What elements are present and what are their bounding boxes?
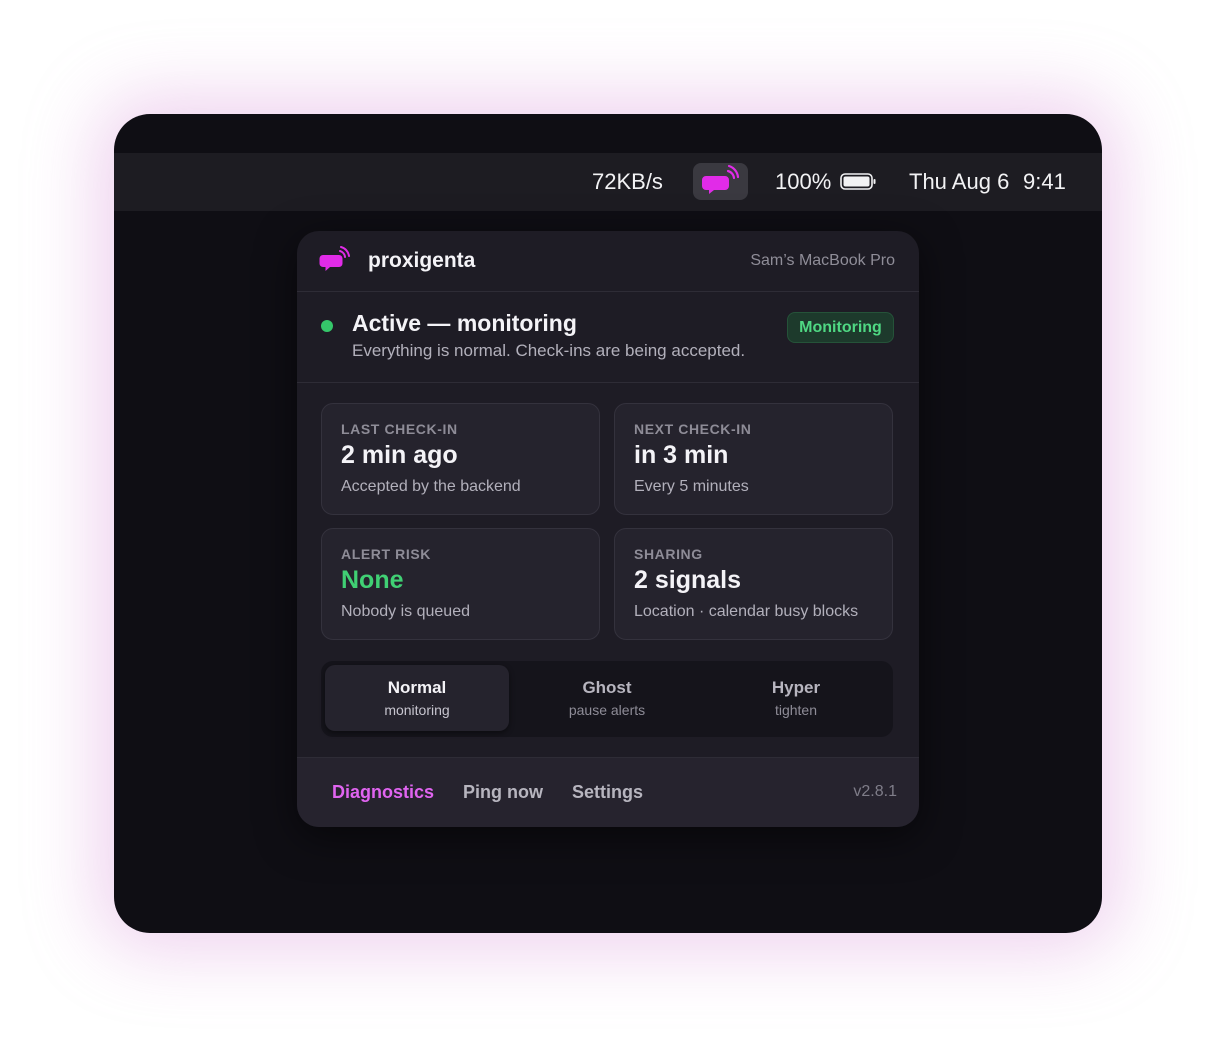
device-name: Sam’s MacBook Pro: [750, 252, 895, 269]
card-value: in 3 min: [634, 441, 729, 469]
chat-broadcast-icon: [319, 246, 350, 271]
card-last-check-in: Last check-in 2 min ago Accepted by the …: [321, 403, 600, 515]
battery-percentage: 100%: [775, 169, 832, 194]
popover-header: proxigenta Sam’s MacBook Pro: [297, 231, 919, 292]
mode-hyper[interactable]: Hyper tighten: [704, 665, 888, 731]
menubar-date: Thu Aug 6: [909, 169, 1010, 194]
card-label: Next check-in: [634, 421, 752, 437]
mode-normal[interactable]: Normal monitoring: [325, 665, 509, 731]
proxigenta-popover: proxigenta Sam’s MacBook Pro Active — mo…: [297, 231, 919, 827]
status-badge: Monitoring: [787, 312, 894, 343]
popover-footer: Diagnostics Ping now Settings v2.8.1: [297, 757, 919, 827]
mode-selector: Normal monitoring Ghost pause alerts Hyp…: [321, 661, 893, 737]
mode-name: Hyper: [771, 678, 821, 697]
card-value: 2 signals: [634, 566, 741, 594]
battery-icon: [840, 173, 876, 190]
app-name: proxigenta: [368, 249, 476, 272]
card-label: Last check-in: [341, 421, 458, 437]
card-value: 2 min ago: [341, 441, 458, 469]
diagnostics-link[interactable]: Diagnostics: [332, 758, 434, 826]
app-version: v2.8.1: [853, 783, 897, 800]
mode-name: Ghost: [582, 678, 632, 697]
network-speed: 72KB/s: [592, 169, 663, 194]
card-subtext: Nobody is queued: [341, 603, 470, 620]
status-title: Active — monitoring: [352, 310, 577, 336]
mode-name: Normal: [387, 678, 447, 697]
card-sharing: Sharing 2 signals Location · calendar bu…: [614, 528, 893, 640]
menu-bar: 72KB/s 100% Thu Aug 6 9:41: [114, 153, 1102, 211]
desktop-window: 72KB/s 100% Thu Aug 6 9:41 proxigenta Sa…: [114, 114, 1102, 933]
mode-description: monitoring: [384, 702, 450, 718]
menubar-time: 9:41: [1023, 169, 1066, 194]
settings-link[interactable]: Settings: [572, 758, 643, 826]
card-label: Sharing: [634, 546, 703, 562]
card-subtext: Accepted by the backend: [341, 478, 521, 495]
card-label: Alert risk: [341, 546, 431, 562]
status-description: Everything is normal. Check-ins are bein…: [352, 341, 746, 360]
mode-ghost[interactable]: Ghost pause alerts: [515, 665, 699, 731]
mode-description: tighten: [774, 702, 818, 718]
proxigenta-menubar-button[interactable]: [693, 163, 748, 200]
card-value: None: [341, 566, 404, 594]
card-alert-risk: Alert risk None Nobody is queued: [321, 528, 600, 640]
status-section: Active — monitoring Everything is normal…: [297, 292, 919, 383]
card-subtext: Location · calendar busy blocks: [634, 603, 859, 620]
status-indicator-dot: [321, 320, 333, 332]
ping-now-button[interactable]: Ping now: [463, 758, 543, 826]
card-subtext: Every 5 minutes: [634, 478, 749, 495]
mode-description: pause alerts: [568, 702, 646, 718]
chat-broadcast-icon: [702, 164, 740, 194]
card-next-check-in: Next check-in in 3 min Every 5 minutes: [614, 403, 893, 515]
